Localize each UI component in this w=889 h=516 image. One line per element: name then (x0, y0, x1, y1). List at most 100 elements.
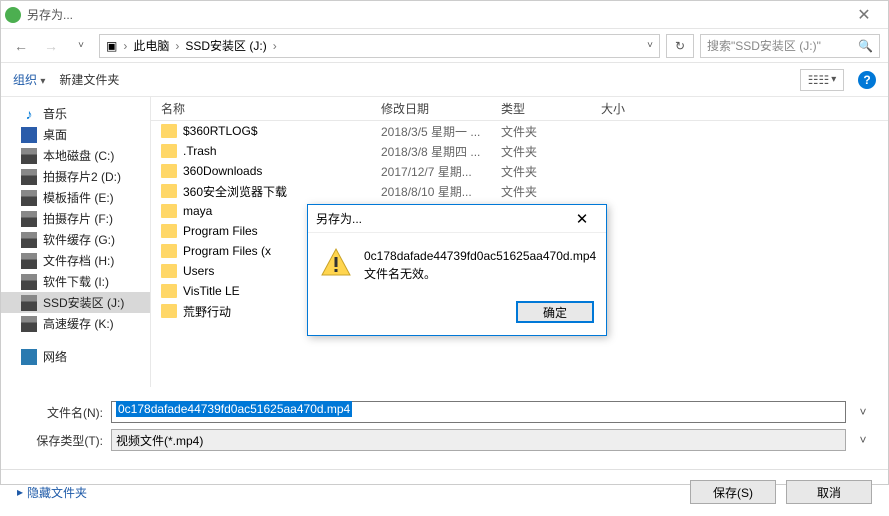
organize-button[interactable]: 组织 ▾ (13, 71, 45, 88)
breadcrumb-segment[interactable]: SSD安装区 (J:) (185, 37, 266, 54)
dialog-line1: 0c178dafade44739fd0ac51625aa470d.mp4 (364, 247, 596, 265)
file-type: 文件夹 (501, 123, 601, 140)
chevron-down-icon: ˅ (78, 40, 84, 51)
drive-icon (21, 169, 37, 185)
chevron-down-icon[interactable]: ˅ (647, 40, 653, 51)
file-name: .Trash (183, 144, 217, 158)
close-icon[interactable]: ✕ (844, 1, 884, 29)
chevron-icon: › (123, 39, 127, 53)
list-row[interactable]: .Trash2018/3/8 星期四 ...文件夹 (151, 141, 888, 161)
desktop-icon (21, 127, 37, 143)
drive-icon (21, 190, 37, 206)
file-name: Program Files (183, 224, 258, 238)
breadcrumb-segment[interactable]: 此电脑 (133, 37, 169, 54)
folder-icon (161, 204, 177, 218)
tree-item-11[interactable]: 网络 (1, 346, 150, 367)
window-title: 另存为... (27, 6, 844, 23)
tree-item-1[interactable]: 桌面 (1, 124, 150, 145)
error-dialog: 另存为... ✕ 0c178dafade44739fd0ac51625aa470… (307, 204, 607, 336)
file-type: 文件夹 (501, 183, 601, 200)
dialog-line2: 文件名无效。 (364, 265, 596, 283)
drive-icon (21, 274, 37, 290)
tree-item-2[interactable]: 本地磁盘 (C:) (1, 145, 150, 166)
nav-bar: ← → ˅ ▣ › 此电脑 › SSD安装区 (J:) › ˅ ↻ 搜索"SSD… (1, 29, 888, 63)
recent-button[interactable]: ˅ (69, 34, 93, 58)
file-name: 360安全浏览器下载 (183, 183, 287, 200)
tree-item-0[interactable]: ♪音乐 (1, 103, 150, 124)
action-bar: ▸ 隐藏文件夹 保存(S) 取消 (1, 469, 888, 516)
new-folder-button[interactable]: 新建文件夹 (59, 71, 119, 88)
tree-item-9[interactable]: SSD安装区 (J:) (1, 292, 150, 313)
file-name: Program Files (x (183, 244, 271, 258)
chevron-down-icon[interactable]: ˅ (854, 433, 872, 447)
tree-label: 拍摄存片2 (D:) (43, 168, 121, 185)
network-icon (21, 349, 37, 365)
file-date: 2017/12/7 星期... (381, 163, 501, 180)
dialog-title: 另存为... (316, 210, 566, 227)
save-button[interactable]: 保存(S) (690, 480, 776, 504)
filetype-select[interactable]: 视频文件(*.mp4) (111, 429, 846, 451)
chevron-down-icon[interactable]: ˅ (854, 405, 872, 419)
address-bar[interactable]: ▣ › 此电脑 › SSD安装区 (J:) › ˅ (99, 34, 660, 58)
file-name: Users (183, 264, 214, 278)
col-size[interactable]: 大小 (601, 97, 681, 120)
chevron-down-icon: ▾ (40, 76, 45, 87)
folder-icon (161, 264, 177, 278)
tree-item-6[interactable]: 软件缓存 (G:) (1, 229, 150, 250)
warning-icon (320, 247, 352, 279)
refresh-button[interactable]: ↻ (666, 34, 694, 58)
dialog-close-icon[interactable]: ✕ (566, 210, 598, 228)
arrow-left-icon: ← (14, 38, 28, 54)
tree-label: 音乐 (43, 105, 67, 122)
expand-icon[interactable]: ▸ (17, 485, 23, 499)
col-date[interactable]: 修改日期 (381, 97, 501, 120)
save-as-window: 另存为... ✕ ← → ˅ ▣ › 此电脑 › SSD安装区 (J:) › ˅… (0, 0, 889, 485)
file-name: 荒野行动 (183, 303, 231, 320)
dialog-ok-button[interactable]: 确定 (516, 301, 594, 323)
view-icon: ☷☷ (808, 73, 830, 87)
list-row[interactable]: $360RTLOG$2018/3/5 星期一 ...文件夹 (151, 121, 888, 141)
folder-icon (161, 124, 177, 138)
tree-item-4[interactable]: 模板插件 (E:) (1, 187, 150, 208)
back-button[interactable]: ← (9, 34, 33, 58)
help-button[interactable]: ? (858, 71, 876, 89)
list-row[interactable]: 360Downloads2017/12/7 星期...文件夹 (151, 161, 888, 181)
file-date: 2018/3/5 星期一 ... (381, 123, 501, 140)
chevron-icon: › (175, 39, 179, 53)
hide-folders-link[interactable]: 隐藏文件夹 (27, 484, 87, 501)
list-header: 名称 修改日期 类型 大小 (151, 97, 888, 121)
tree-label: 网络 (43, 348, 67, 365)
file-name: maya (183, 204, 212, 218)
chevron-icon: › (273, 39, 277, 53)
file-name: 360Downloads (183, 164, 262, 178)
arrow-right-icon: → (44, 38, 58, 54)
tree-item-7[interactable]: 文件存档 (H:) (1, 250, 150, 271)
cancel-button[interactable]: 取消 (786, 480, 872, 504)
filetype-label: 保存类型(T): (17, 432, 103, 449)
list-row[interactable]: 360安全浏览器下载 2018/8/10 星期...文件夹 (151, 181, 888, 201)
filename-value: 0c178dafade44739fd0ac51625aa470d.mp4 (116, 401, 352, 417)
col-name[interactable]: 名称 (151, 97, 381, 120)
tree-item-10[interactable]: 高速缓存 (K:) (1, 313, 150, 334)
tree-item-3[interactable]: 拍摄存片2 (D:) (1, 166, 150, 187)
folder-icon (161, 304, 177, 318)
pc-icon: ▣ (106, 39, 117, 53)
tree-item-8[interactable]: 软件下载 (I:) (1, 271, 150, 292)
folder-icon (161, 244, 177, 258)
dialog-message: 0c178dafade44739fd0ac51625aa470d.mp4 文件名… (364, 247, 596, 283)
drive-icon (21, 253, 37, 269)
tree-label: 高速缓存 (K:) (43, 315, 114, 332)
filename-input[interactable]: 0c178dafade44739fd0ac51625aa470d.mp4 (111, 401, 846, 423)
view-button[interactable]: ☷☷▾ (800, 69, 844, 91)
nav-tree: ♪音乐桌面本地磁盘 (C:) 拍摄存片2 (D:) 模板插件 (E:) 拍摄存片 (F… (1, 97, 151, 387)
col-type[interactable]: 类型 (501, 97, 601, 120)
tree-item-5[interactable]: 拍摄存片 (F:) (1, 208, 150, 229)
tree-label: 模板插件 (E:) (43, 189, 114, 206)
folder-icon (161, 224, 177, 238)
app-icon (5, 7, 21, 23)
file-date: 2018/8/10 星期... (381, 183, 501, 200)
search-input[interactable]: 搜索"SSD安装区 (J:)" 🔍 (700, 34, 880, 58)
file-name: VisTitle LE (183, 284, 240, 298)
filename-label: 文件名(N): (17, 404, 103, 421)
tree-label: SSD安装区 (J:) (43, 294, 124, 311)
